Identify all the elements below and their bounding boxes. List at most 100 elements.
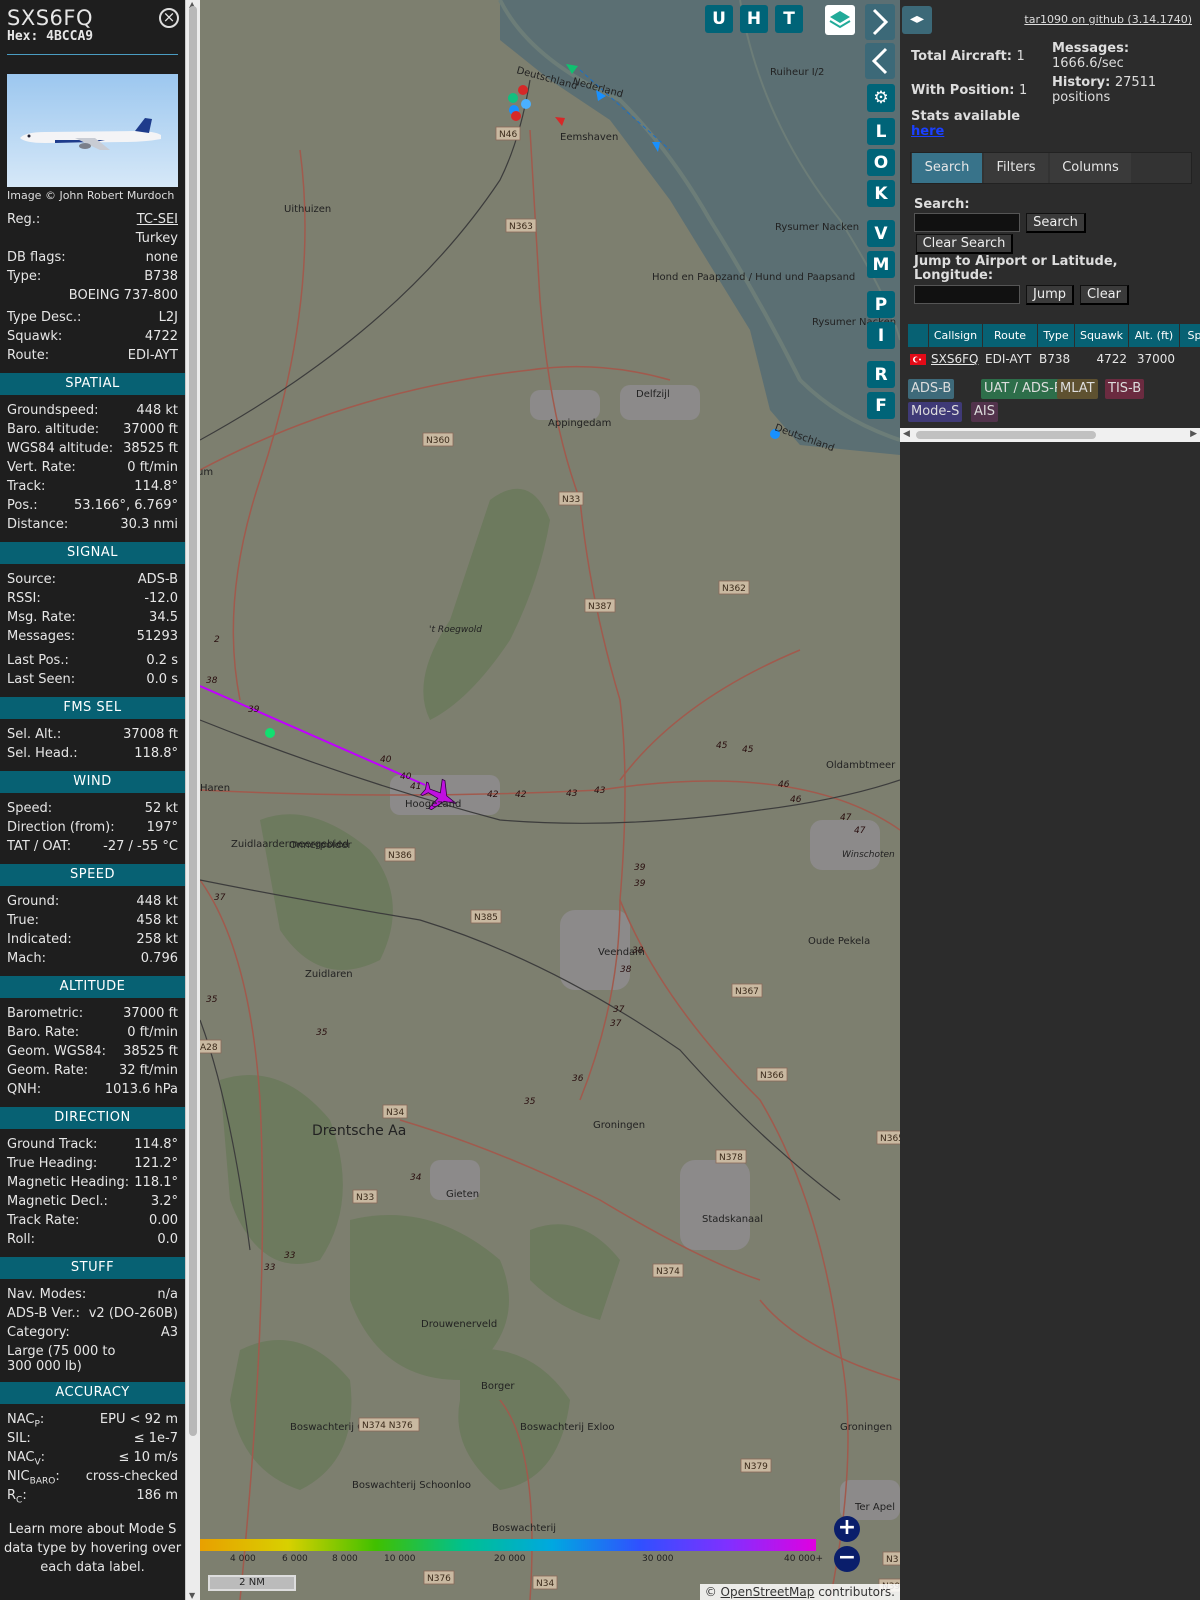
aircraft-photo[interactable] — [7, 74, 178, 187]
field-label: Mach: — [7, 951, 46, 966]
map-view[interactable]: Deutschland Nederland Eemshaven Uithuizen Ru… — [200, 0, 900, 1600]
spatial-row: Distance: 30.3 nmi — [0, 515, 185, 534]
track-altitude-label: 38 — [206, 676, 218, 686]
row-alt: 37000 — [1136, 352, 1175, 366]
map-button-m[interactable]: M — [867, 251, 895, 278]
road-label: N46 — [499, 130, 517, 140]
type-full-row: BOEING 737-800 — [68, 288, 178, 303]
map-button-v[interactable]: V — [867, 220, 895, 247]
collapse-panel-button[interactable] — [865, 43, 895, 79]
place-label: Appingedam — [548, 418, 611, 429]
scrollbar-thumb[interactable] — [189, 6, 197, 1436]
scroll-right-icon[interactable]: ▶ — [1190, 429, 1197, 439]
search-input[interactable] — [914, 213, 1020, 232]
speed-section-title: SPEED — [0, 864, 185, 886]
road-label: N365 — [880, 1134, 900, 1144]
source-tisb[interactable]: TIS-B — [1105, 379, 1145, 399]
map-button-k[interactable]: K — [867, 180, 895, 207]
col-squawk[interactable]: Squawk — [1075, 324, 1129, 347]
expand-panel-button[interactable] — [865, 4, 895, 40]
route-row: Route: EDI-AYT — [7, 348, 178, 363]
color-scale-tick: 10 000 — [384, 1554, 416, 1564]
field-value: 258 kt — [136, 932, 178, 947]
footer-note: Learn more about Mode S data type by hov… — [3, 1522, 182, 1575]
map-button-h[interactable]: H — [740, 5, 768, 33]
road-label: N33 — [356, 1193, 374, 1203]
field-value: 0 ft/min — [127, 1025, 178, 1040]
map-button-l[interactable]: L — [867, 118, 895, 145]
jump-button[interactable]: Jump — [1026, 285, 1074, 305]
search-button[interactable]: Search — [1026, 213, 1086, 233]
field-value: 0.0 s — [146, 672, 178, 687]
jump-input[interactable] — [914, 285, 1020, 304]
field-value: ADS-B — [137, 572, 178, 587]
place-label: Stadskanaal — [702, 1214, 763, 1225]
source-modes[interactable]: Mode-S — [908, 402, 963, 422]
tab-search[interactable]: Search — [912, 153, 982, 183]
tab-filters[interactable]: Filters — [984, 153, 1048, 183]
field-label: Msg. Rate: — [7, 610, 76, 625]
scroll-left-icon[interactable]: ◀ — [903, 429, 910, 439]
zoom-in-button[interactable]: + — [834, 1516, 860, 1542]
track-altitude-label: 33 — [264, 1263, 276, 1273]
col-callsign[interactable]: Callsign — [929, 324, 983, 347]
map-button-u[interactable]: U — [705, 5, 733, 33]
col-route[interactable]: Route — [983, 324, 1038, 347]
resize-panel-icon[interactable]: ◂▸ — [902, 6, 932, 34]
source-adsb[interactable]: ADS-B — [908, 379, 955, 399]
col-flag[interactable] — [908, 324, 929, 347]
zoom-out-button[interactable]: − — [834, 1546, 860, 1572]
scroll-down-icon[interactable]: ▼ — [189, 1591, 195, 1600]
source-ais[interactable]: AIS — [971, 402, 998, 422]
place-label: Oude Pekela — [808, 936, 870, 947]
map-canvas[interactable]: DeutschlandNederlandEemshavenUithuizenRu… — [200, 0, 900, 1600]
source-mlat[interactable]: MLAT — [1057, 379, 1098, 399]
wind-row: Direction (from): 197° — [0, 818, 185, 837]
osm-link[interactable]: OpenStreetMap — [721, 1585, 815, 1599]
map-attribution: © OpenStreetMap contributors. — [699, 1584, 900, 1600]
map-button-i[interactable]: I — [867, 322, 895, 349]
reg-link[interactable]: TC-SEI — [137, 210, 178, 229]
source-uat[interactable]: UAT / ADS-R — [981, 379, 1066, 399]
track-altitude-label: 46 — [790, 795, 802, 805]
table-hscrollbar[interactable]: ◀ ▶ — [900, 428, 1200, 442]
forest-areas — [220, 488, 620, 1490]
field-label: Track Rate: — [7, 1213, 80, 1228]
map-button-r[interactable]: R — [867, 361, 895, 388]
col-speed[interactable]: Sp — [1180, 324, 1200, 347]
track-altitude-label: 35 — [206, 995, 218, 1005]
layers-icon[interactable] — [825, 5, 855, 35]
info-panel-scrollbar[interactable]: ▲ ▼ — [185, 0, 200, 1600]
field-label: Track: — [7, 479, 46, 494]
track-altitude-label: 45 — [716, 741, 728, 751]
tab-columns[interactable]: Columns — [1050, 153, 1131, 183]
stuff-row: Category: A3 — [0, 1323, 185, 1342]
field-value: 458 kt — [136, 913, 178, 928]
hscroll-thumb[interactable] — [916, 431, 1096, 439]
col-alt[interactable]: Alt. (ft) — [1129, 324, 1180, 347]
field-label: Baro. altitude: — [7, 422, 100, 437]
map-button-t[interactable]: T — [775, 5, 803, 33]
signal-row: Msg. Rate: 34.5 — [0, 608, 185, 627]
spatial-row: Pos.: 53.166°, 6.769° — [0, 496, 185, 515]
close-icon[interactable]: × — [159, 8, 179, 28]
row-callsign[interactable]: SXS6FQ — [931, 348, 978, 370]
stats-link[interactable]: here — [911, 124, 1020, 139]
map-button-p[interactable]: P — [867, 291, 895, 318]
stuff-row: ADS-B Ver.: v2 (DO-260B) — [0, 1304, 185, 1323]
track-altitude-label: 2 — [214, 635, 220, 645]
gear-icon[interactable]: ⚙ — [867, 84, 895, 112]
road-label: N34 — [386, 1108, 404, 1118]
type-row: Type: B738 — [7, 269, 178, 284]
map-button-o[interactable]: O — [867, 149, 895, 176]
github-link[interactable]: tar1090 on github (3.14.1740) — [1024, 13, 1192, 26]
clear-search-button[interactable]: Clear Search — [916, 234, 1013, 254]
map-scale-bar: 2 NM — [208, 1575, 296, 1591]
wind-row: TAT / OAT: -27 / -55 °C — [0, 837, 185, 856]
typedesc-row: Type Desc.: L2J — [7, 310, 178, 325]
signal-row: Last Seen: 0.0 s — [0, 670, 185, 689]
jump-label: Jump to Airport or Latitude, Longitude: — [914, 254, 1118, 283]
map-button-f[interactable]: F — [867, 392, 895, 419]
col-type[interactable]: Type — [1038, 324, 1075, 347]
clear-button[interactable]: Clear — [1080, 285, 1129, 305]
